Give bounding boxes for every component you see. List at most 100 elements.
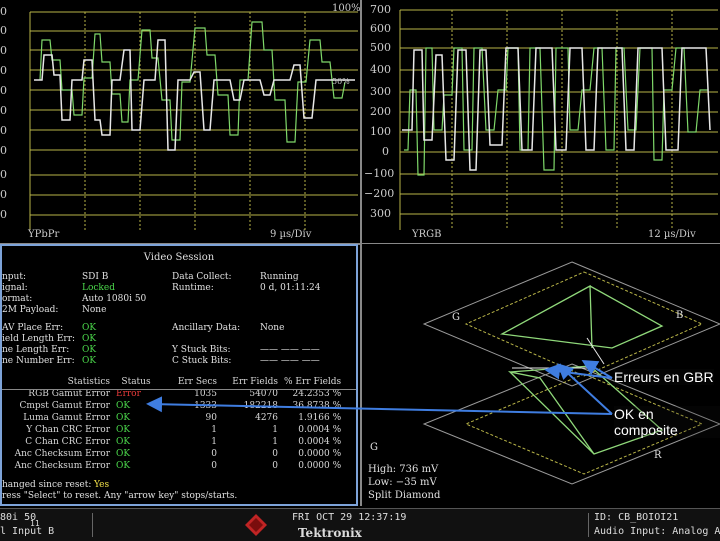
stat-err-pct: 1.9166 % xyxy=(298,413,342,423)
table-row[interactable]: Anc Checksum Error OK 0 0 0.0000 % xyxy=(2,460,344,472)
column-header: Err Secs xyxy=(177,377,217,387)
field-label: AV Place Err: xyxy=(2,323,64,333)
stat-err-secs: 1333 xyxy=(194,401,217,411)
y-axis-label: 500 xyxy=(370,41,391,54)
table-row[interactable]: Y Chan CRC Error OK 1 1 0.0004 % xyxy=(2,424,344,436)
table-row[interactable]: Luma Gamut Error OK 90 4276 1.9166 % xyxy=(2,412,344,424)
status-divider xyxy=(92,513,93,537)
changed-since-reset-label: hanged since reset: xyxy=(2,480,92,490)
high-readout: High: 736 mV xyxy=(368,464,439,475)
y-axis-label: 0 xyxy=(0,168,7,181)
stat-name: Anc Checksum Error xyxy=(14,449,110,459)
stat-err-pct: 0.0000 % xyxy=(298,449,342,459)
axis-label-r: R xyxy=(654,450,662,461)
table-header-row: Statistics Status Err Secs Err Fields % … xyxy=(2,376,344,388)
input-readout: l Input B xyxy=(0,526,55,537)
y-axis-label: 700 xyxy=(370,3,391,16)
stat-err-fields: 1 xyxy=(272,425,278,435)
display-mode-readout: Split Diamond xyxy=(368,490,441,501)
waveform-yrgb-panel[interactable]: 700 600 500 400 300 200 100 0 −100 −200 … xyxy=(362,0,720,244)
stat-err-fields: 1 xyxy=(272,437,278,447)
y-axis-label: −100 xyxy=(364,167,395,180)
stat-err-fields: 182218 xyxy=(243,401,278,411)
y-axis-label: 300 xyxy=(370,207,391,220)
field-value: Auto 1080i 50 xyxy=(82,294,147,304)
y-axis-label: 0 xyxy=(0,44,7,57)
table-row[interactable]: Cmpst Gamut Error OK 1333 182218 36.8738… xyxy=(2,400,344,412)
top-percent-label: 100% xyxy=(332,3,361,14)
stat-err-secs: 1 xyxy=(211,425,217,435)
y-axis-label: 0 xyxy=(0,124,7,137)
stat-err-pct: 0.0004 % xyxy=(298,437,342,447)
stat-err-secs: 90 xyxy=(205,413,217,423)
field-label: ne Length Err: xyxy=(2,345,70,355)
date-time-readout: FRI OCT 29 12:37:19 xyxy=(292,512,407,523)
cursor-marker-label: 50% xyxy=(332,77,350,86)
field-value: —— —— —— xyxy=(260,345,320,355)
field-value: OK xyxy=(82,356,97,366)
field-label: 2M Payload: xyxy=(2,305,59,315)
y-axis-label: 0 xyxy=(0,188,7,201)
status-divider xyxy=(588,513,589,537)
panel-title: Video Session xyxy=(143,252,215,263)
axis-label-g: G xyxy=(370,442,378,453)
video-session-panel[interactable]: Video Session nput: SDI B ignal: Locked … xyxy=(0,244,358,506)
stat-err-secs: 0 xyxy=(211,461,217,471)
y-axis-label: 600 xyxy=(370,22,391,35)
field-value: OK xyxy=(82,334,97,344)
field-value: Locked xyxy=(82,283,115,293)
field-value: OK xyxy=(82,323,97,333)
stat-name: Cmpst Gamut Error xyxy=(19,401,110,411)
field-label: Runtime: xyxy=(172,283,214,293)
stat-status: OK xyxy=(116,401,131,411)
field-value: None xyxy=(260,323,285,333)
field-label: ormat: xyxy=(2,294,33,304)
field-label: C Stuck Bits: xyxy=(172,356,232,366)
stat-name: Y Chan CRC Error xyxy=(26,425,110,435)
y-axis-label: 300 xyxy=(370,85,391,98)
field-label: nput: xyxy=(2,272,27,282)
field-label: Data Collect: xyxy=(172,272,232,282)
stat-status: OK xyxy=(116,449,131,459)
stat-err-secs: 1 xyxy=(211,437,217,447)
timebase-label: 12 µs/Div xyxy=(648,229,696,240)
waveform-ypbpr-panel[interactable]: 100% 50% 0 0 0 0 0 0 0 0 0 0 0 YPbPr 9 µ… xyxy=(0,0,361,244)
y-axis-label: 0 xyxy=(0,24,7,37)
waveform-yrgb-graph xyxy=(399,9,718,230)
column-header: % Err Fields xyxy=(284,377,342,387)
field-label: ield Length Err: xyxy=(2,334,76,344)
brand-logo: Tektronix xyxy=(298,526,362,540)
y-axis-label: 200 xyxy=(370,105,391,118)
changed-since-reset-value: Yes xyxy=(94,480,110,490)
field-value: 0 d, 01:11:24 xyxy=(260,283,321,293)
column-header: Statistics xyxy=(67,377,110,387)
stat-name: Luma Gamut Error xyxy=(23,413,110,423)
column-header: Err Fields xyxy=(232,377,278,387)
stat-err-fields: 0 xyxy=(272,461,278,471)
axis-label-g: G xyxy=(452,312,460,323)
stat-err-pct: 0.0000 % xyxy=(298,461,342,471)
y-axis-label: 0 xyxy=(0,208,7,221)
stat-err-pct: 0.0004 % xyxy=(298,425,342,435)
field-value: SDI B xyxy=(82,272,109,282)
waveform-mode-label: YRGB xyxy=(412,229,442,240)
field-value: OK xyxy=(82,345,97,355)
y-axis-label: −200 xyxy=(364,187,395,200)
stat-err-fields: 4276 xyxy=(255,413,278,423)
stat-err-fields: 0 xyxy=(272,449,278,459)
stat-err-pct: 36.8738 % xyxy=(292,401,342,411)
field-value: Running xyxy=(260,272,299,282)
field-value: None xyxy=(82,305,107,315)
stat-err-secs: 0 xyxy=(211,449,217,459)
field-label: Ancillary Data: xyxy=(172,323,241,333)
waveform-mode-label: YPbPr xyxy=(28,229,60,240)
stat-name: Anc Checksum Error xyxy=(14,461,110,471)
y-axis-label: 0 xyxy=(0,64,7,77)
table-row[interactable]: Anc Checksum Error OK 0 0 0.0000 % xyxy=(2,448,344,460)
y-axis-label: 0 xyxy=(0,144,7,157)
y-axis-label: 0 xyxy=(0,84,7,97)
table-divider xyxy=(2,389,356,390)
table-row[interactable]: C Chan CRC Error OK 1 1 0.0004 % xyxy=(2,436,344,448)
statistics-table: Statistics Status Err Secs Err Fields % … xyxy=(2,376,344,472)
reset-hint: ress "Select" to reset. Any "arrow key" … xyxy=(2,491,238,501)
